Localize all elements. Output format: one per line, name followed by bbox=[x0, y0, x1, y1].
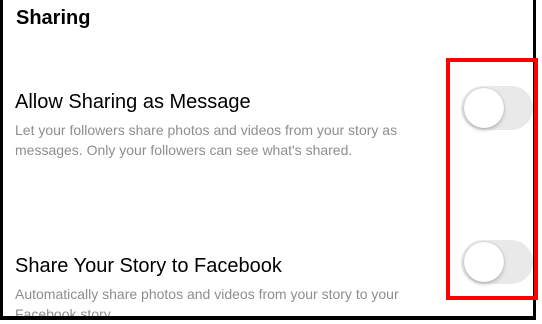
sharing-settings-panel: Sharing Allow Sharing as Message Let you… bbox=[0, 0, 536, 320]
allow-sharing-as-message-title: Allow Sharing as Message bbox=[15, 91, 251, 113]
share-story-to-facebook-description: Automatically share photos and videos fr… bbox=[15, 286, 399, 320]
share-story-to-facebook-title: Share Your Story to Facebook bbox=[15, 255, 282, 277]
section-title: Sharing bbox=[16, 7, 91, 29]
allow-sharing-as-message-description: Let your followers share photos and vide… bbox=[15, 122, 398, 158]
toggle-knob bbox=[464, 88, 504, 128]
share-story-to-facebook-toggle[interactable] bbox=[461, 240, 533, 284]
toggle-knob bbox=[464, 242, 504, 282]
allow-sharing-as-message-toggle[interactable] bbox=[461, 86, 533, 130]
